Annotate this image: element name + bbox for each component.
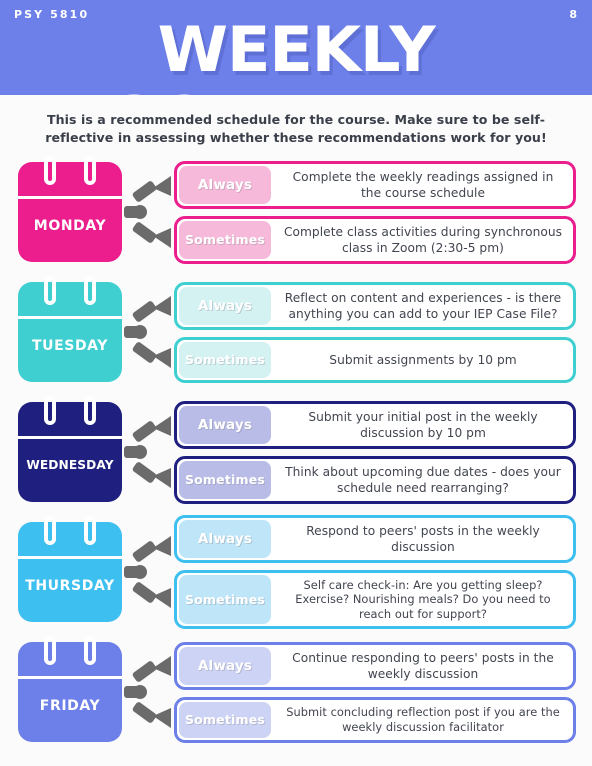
- calendar-icon: WEDNESDAY: [18, 396, 122, 502]
- sometimes-tag: Sometimes: [179, 220, 271, 259]
- always-task-text: Complete the weekly readings assigned in…: [292, 169, 554, 200]
- weekly-schedule-page: PSY 5810 8 WEEKLY SCHEDULE This is a rec…: [0, 0, 592, 766]
- always-task-text: Continue responding to peers' posts in t…: [292, 650, 554, 681]
- calendar-ring-right-icon: [84, 156, 96, 185]
- calendar-ring-left-icon: [44, 396, 56, 425]
- calendar-ring-left-icon: [44, 276, 56, 305]
- calendar-ring-right-icon: [84, 276, 96, 305]
- split-arrow: [122, 167, 174, 257]
- page-header: PSY 5810 8 WEEKLY SCHEDULE: [0, 0, 592, 95]
- sometimes-card[interactable]: Sometimes Complete class activities duri…: [174, 215, 576, 264]
- day-name-label: WEDNESDAY: [26, 458, 114, 472]
- sometimes-tag: Sometimes: [179, 574, 271, 625]
- day-task-cards: Always Submit your initial post in the w…: [174, 400, 576, 504]
- sometimes-task-text: Submit assignments by 10 pm: [329, 352, 517, 367]
- page-title: WEEKLY SCHEDULE: [111, 13, 481, 96]
- day-row: THURSDAY Always Respond to peers' posts …: [18, 514, 576, 630]
- always-card[interactable]: Always Submit your initial post in the w…: [174, 400, 576, 449]
- split-arrow: [122, 527, 174, 617]
- always-tag: Always: [179, 646, 271, 685]
- sometimes-task-text: Complete class activities during synchro…: [283, 224, 563, 255]
- calendar-icon: MONDAY: [18, 156, 122, 262]
- sometimes-tag: Sometimes: [179, 460, 271, 499]
- day-rows-container: MONDAY Always Complete the weekly readin…: [0, 156, 592, 747]
- calendar-ring-right-icon: [84, 396, 96, 425]
- always-task-text: Respond to peers' posts in the weekly di…: [306, 523, 540, 554]
- intro-paragraph: This is a recommended schedule for the c…: [45, 112, 547, 145]
- split-arrow-icon: [124, 656, 171, 728]
- calendar-ring-left-icon: [44, 636, 56, 665]
- day-row: FRIDAY Always Continue responding to pee…: [18, 636, 576, 747]
- calendar-divider: [18, 196, 122, 199]
- calendar-icon: FRIDAY: [18, 636, 122, 742]
- always-task-text: Submit your initial post in the weekly d…: [308, 409, 538, 440]
- calendar-divider: [18, 436, 122, 439]
- always-tag: Always: [179, 519, 271, 558]
- day-row: TUESDAY Always Reflect on content and ex…: [18, 276, 576, 387]
- split-arrow: [122, 407, 174, 497]
- always-card[interactable]: Always Respond to peers' posts in the we…: [174, 514, 576, 563]
- split-arrow-icon: [124, 416, 171, 488]
- day-name-label: FRIDAY: [39, 698, 101, 714]
- split-arrow-icon: [124, 176, 171, 248]
- day-task-cards: Always Continue responding to peers' pos…: [174, 641, 576, 743]
- calendar-icon: THURSDAY: [18, 516, 122, 622]
- day-name-label: TUESDAY: [31, 338, 109, 354]
- sometimes-task-text: Think about upcoming due dates - does yo…: [285, 464, 561, 495]
- day-task-cards: Always Reflect on content and experience…: [174, 281, 576, 383]
- day-task-cards: Always Respond to peers' posts in the we…: [174, 514, 576, 630]
- always-tag: Always: [179, 405, 271, 444]
- day-task-cards: Always Complete the weekly readings assi…: [174, 160, 576, 264]
- calendar-divider: [18, 556, 122, 559]
- day-row: MONDAY Always Complete the weekly readin…: [18, 156, 576, 267]
- always-task-text: Reflect on content and experiences - is …: [284, 290, 562, 321]
- split-arrow-icon: [124, 536, 171, 608]
- calendar-ring-right-icon: [84, 636, 96, 665]
- always-card[interactable]: Always Complete the weekly readings assi…: [174, 160, 576, 209]
- sometimes-task-text: Submit concluding reflection post if you…: [286, 705, 560, 734]
- sometimes-card[interactable]: Sometimes Self care check-in: Are you ge…: [174, 569, 576, 630]
- page-title-container: WEEKLY SCHEDULE: [0, 13, 592, 96]
- calendar-divider: [18, 316, 122, 319]
- sometimes-task-text: Self care check-in: Are you getting slee…: [295, 577, 551, 621]
- day-name-label: MONDAY: [33, 218, 107, 234]
- sometimes-card[interactable]: Sometimes Submit concluding reflection p…: [174, 696, 576, 743]
- calendar-ring-left-icon: [44, 156, 56, 185]
- day-name-label: THURSDAY: [25, 578, 115, 594]
- sometimes-tag: Sometimes: [179, 341, 271, 378]
- always-tag: Always: [179, 165, 271, 204]
- always-card[interactable]: Always Reflect on content and experience…: [174, 281, 576, 330]
- calendar-divider: [18, 676, 122, 679]
- split-arrow: [122, 287, 174, 377]
- always-card[interactable]: Always Continue responding to peers' pos…: [174, 641, 576, 690]
- day-row: WEDNESDAY Always Submit your initial pos…: [18, 396, 576, 507]
- sometimes-card[interactable]: Sometimes Submit assignments by 10 pm: [174, 336, 576, 383]
- split-arrow: [122, 647, 174, 737]
- calendar-ring-right-icon: [84, 516, 96, 545]
- calendar-icon: TUESDAY: [18, 276, 122, 382]
- always-tag: Always: [179, 286, 271, 325]
- sometimes-tag: Sometimes: [179, 701, 271, 738]
- split-arrow-icon: [124, 296, 171, 368]
- calendar-ring-left-icon: [44, 516, 56, 545]
- sometimes-card[interactable]: Sometimes Think about upcoming due dates…: [174, 455, 576, 504]
